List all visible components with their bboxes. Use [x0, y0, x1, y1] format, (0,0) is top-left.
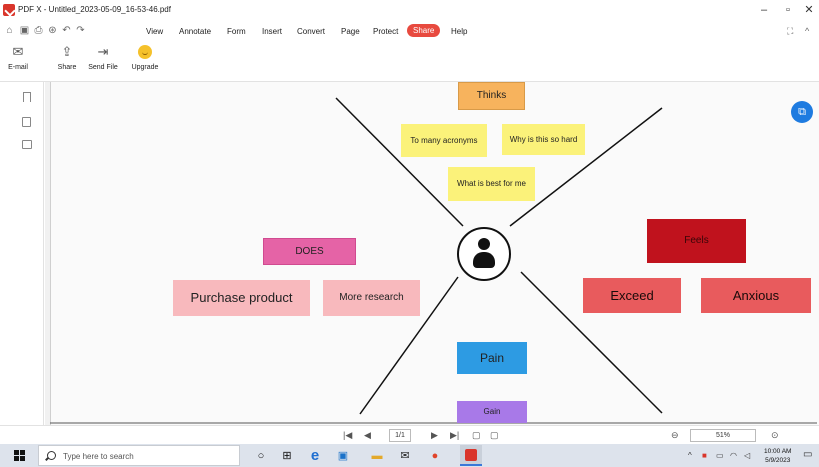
last-page-icon[interactable]: ▶|: [450, 430, 459, 441]
divider-line-top-left: [335, 97, 464, 227]
taskbar-search-box[interactable]: Type here to search: [38, 445, 240, 466]
tray-expand-icon[interactable]: ^: [688, 451, 692, 460]
search-icon: [47, 451, 56, 460]
avatar-head: [478, 238, 490, 250]
notifications-icon[interactable]: ▭: [803, 449, 812, 460]
ai-assistant-icon[interactable]: ⧉: [791, 101, 813, 123]
does-more-research[interactable]: More research: [323, 280, 420, 316]
store-icon[interactable]: ▣: [336, 449, 350, 463]
volume-icon[interactable]: ◁: [744, 451, 750, 460]
pdfx-taskbar-icon: [465, 449, 477, 461]
clock-time: 10:00 AM: [764, 448, 792, 455]
task-view-icon[interactable]: ⊞: [280, 449, 294, 463]
single-page-view-icon[interactable]: ▢: [472, 430, 481, 441]
tray-pdf-icon[interactable]: ■: [702, 451, 707, 460]
sticky-note-best[interactable]: What is best for me: [448, 167, 535, 201]
edge-browser-icon[interactable]: e: [308, 448, 322, 463]
battery-icon[interactable]: ▭: [716, 451, 724, 460]
feels-header[interactable]: Feels: [647, 219, 746, 263]
zoom-out-icon[interactable]: ⊖: [671, 430, 679, 441]
does-header[interactable]: DOES: [263, 238, 356, 265]
taskbar-search-placeholder: Type here to search: [63, 452, 134, 461]
pain-header[interactable]: Pain: [457, 342, 527, 374]
wifi-icon[interactable]: ◠: [730, 451, 737, 460]
sticky-note-acronyms[interactable]: To many acronyms: [401, 124, 487, 157]
persona-avatar[interactable]: [457, 227, 511, 281]
avatar-body: [473, 252, 495, 268]
first-page-icon[interactable]: |◀: [343, 430, 352, 441]
gain-header[interactable]: Gain: [457, 401, 527, 423]
clock-date: 5/9/2023: [765, 457, 791, 464]
feels-exceed[interactable]: Exceed: [583, 278, 681, 313]
cortana-icon[interactable]: ○: [254, 449, 268, 463]
thinks-header[interactable]: Thinks: [458, 82, 525, 110]
zoom-level-input[interactable]: 51%: [690, 429, 756, 442]
does-purchase-product[interactable]: Purchase product: [173, 280, 310, 316]
page-number-input[interactable]: 1/1: [389, 429, 411, 442]
windows-taskbar: Type here to search ○ ⊞ e ▣ ▬ ✉ ● ^ ■ ▭ …: [0, 444, 819, 467]
export-page-icon[interactable]: ▢: [490, 430, 499, 441]
chrome-icon[interactable]: ●: [428, 449, 442, 463]
previous-page-icon[interactable]: ◀: [364, 430, 371, 441]
next-page-icon[interactable]: ▶: [431, 430, 438, 441]
mail-app-icon[interactable]: ✉: [398, 449, 412, 463]
pdfx-taskbar-button[interactable]: [460, 445, 482, 466]
page-navigation-bar: |◀ ◀ 1/1 ▶ ▶| ▢ ▢ ⊖ 51% ⊙: [0, 425, 819, 444]
taskbar-clock[interactable]: 10:00 AM 5/9/2023: [764, 447, 791, 465]
zoom-menu-icon[interactable]: ⊙: [771, 430, 779, 441]
windows-start-icon[interactable]: [14, 450, 25, 461]
file-explorer-icon[interactable]: ▬: [370, 449, 384, 463]
sticky-note-hard[interactable]: Why is this so hard: [502, 124, 585, 155]
feels-anxious[interactable]: Anxious: [701, 278, 811, 313]
